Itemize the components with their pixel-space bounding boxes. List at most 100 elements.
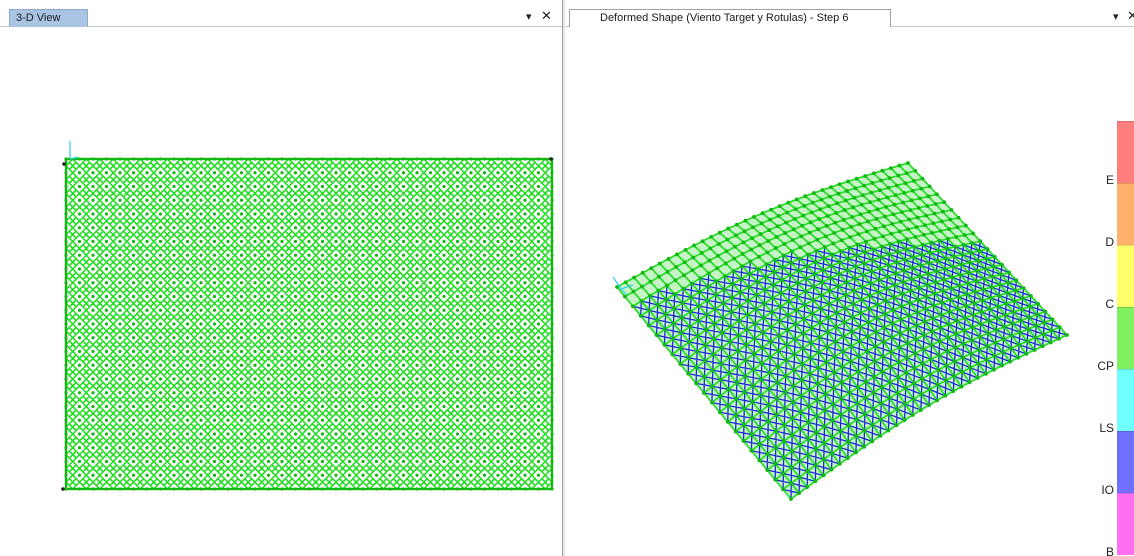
deformed-node xyxy=(907,313,911,318)
deformed-node xyxy=(819,293,824,298)
plan-node xyxy=(523,432,527,436)
deformed-node xyxy=(836,191,841,196)
deformed-node xyxy=(928,357,933,362)
left-close-icon[interactable]: ✕ xyxy=(541,9,552,23)
deformed-node xyxy=(818,320,822,325)
plan-node xyxy=(185,226,190,230)
hinge-state-legend xyxy=(1117,121,1134,556)
deformed-node xyxy=(933,202,938,206)
deformed-node xyxy=(789,260,793,265)
plan-node xyxy=(442,239,446,244)
deformed-node xyxy=(801,213,806,218)
deformed-node xyxy=(1018,318,1023,323)
plan-node xyxy=(253,377,257,381)
deformed-node xyxy=(769,324,774,329)
deformed-node xyxy=(863,412,867,416)
deformed-node xyxy=(829,264,834,268)
deformed-node xyxy=(906,161,910,165)
deformed-node xyxy=(893,271,898,276)
deformed-node xyxy=(919,392,924,397)
deformed-node xyxy=(1056,336,1061,341)
deformed-node xyxy=(976,258,980,263)
plan-node xyxy=(388,212,392,216)
deformed-node xyxy=(826,315,831,320)
plan-node xyxy=(347,226,352,230)
plan-node xyxy=(550,363,554,367)
deformed-node xyxy=(888,241,893,246)
plan-node xyxy=(509,404,514,409)
deformed-node xyxy=(898,331,902,336)
legend-label-b: B xyxy=(1105,545,1114,556)
plan-node xyxy=(172,239,176,244)
plan-node xyxy=(523,473,527,477)
plan-node xyxy=(428,171,433,175)
plan-node xyxy=(118,349,122,354)
plan-node xyxy=(185,349,190,354)
deformed-node xyxy=(724,249,729,254)
support-marker xyxy=(61,487,65,491)
deformed-node xyxy=(877,277,882,282)
deformed-node xyxy=(835,201,840,206)
deformed-node xyxy=(780,265,785,270)
deformed-node xyxy=(1000,262,1004,267)
plan-node xyxy=(509,391,514,395)
plan-node xyxy=(550,473,554,477)
right-pin-dropdown-icon[interactable]: ▾ xyxy=(1113,10,1119,24)
deformed-node xyxy=(978,322,983,326)
plan-node xyxy=(536,391,541,395)
plan-node xyxy=(145,404,149,409)
deformed-node xyxy=(826,204,831,209)
plan-node xyxy=(64,294,68,299)
deformed-node xyxy=(948,297,953,302)
deformed-node xyxy=(952,254,957,259)
plan-node xyxy=(266,198,271,202)
plan-node xyxy=(374,267,379,271)
deformed-node xyxy=(773,477,778,482)
deformed-node xyxy=(908,208,913,212)
deformed-node xyxy=(864,380,868,384)
left-pin-dropdown-icon[interactable]: ▾ xyxy=(526,10,532,24)
plan-node xyxy=(374,157,379,161)
plan-node xyxy=(482,294,487,299)
plan-node xyxy=(307,487,311,491)
plan-node xyxy=(334,418,338,422)
plan-node xyxy=(469,267,473,271)
plan-node xyxy=(131,322,136,326)
plan-node xyxy=(280,432,284,436)
plan-node xyxy=(172,212,176,216)
deformed-node xyxy=(995,316,1000,320)
plan-node xyxy=(158,418,163,422)
deformed-node xyxy=(1000,363,1004,368)
plan-node xyxy=(347,239,352,244)
deformed-node xyxy=(874,316,879,320)
deformed-node xyxy=(837,272,841,276)
deformed-node xyxy=(794,197,799,202)
tab-3d-view[interactable]: 3-D View xyxy=(9,9,88,27)
deformed-node xyxy=(1014,278,1019,283)
plan-node xyxy=(91,377,95,381)
plan-node xyxy=(455,336,460,340)
deformed-node xyxy=(912,366,917,371)
plan-node xyxy=(253,446,257,450)
plan-node xyxy=(496,157,500,161)
plan-node xyxy=(536,198,541,202)
right-close-icon[interactable]: ✕ xyxy=(1127,9,1134,23)
plan-node xyxy=(77,446,82,450)
deformed-node xyxy=(664,297,669,302)
deformed-node xyxy=(869,190,874,195)
tab-deformed-shape[interactable]: Deformed Shape (Viento Target y Rotulas)… xyxy=(569,9,891,27)
right-deformed-viewport[interactable] xyxy=(565,27,1134,556)
deformed-node xyxy=(797,459,802,464)
deformed-node xyxy=(752,336,757,341)
left-3d-viewport[interactable] xyxy=(0,27,562,556)
plan-node xyxy=(172,281,176,285)
deformed-node xyxy=(797,491,802,495)
deformed-node xyxy=(865,349,870,354)
plan-node xyxy=(401,322,406,326)
plan-node xyxy=(401,487,406,491)
deformed-node xyxy=(979,310,984,314)
plan-node xyxy=(428,473,433,477)
plan-node xyxy=(91,459,95,464)
plan-node xyxy=(442,322,446,326)
plan-node xyxy=(482,226,487,230)
